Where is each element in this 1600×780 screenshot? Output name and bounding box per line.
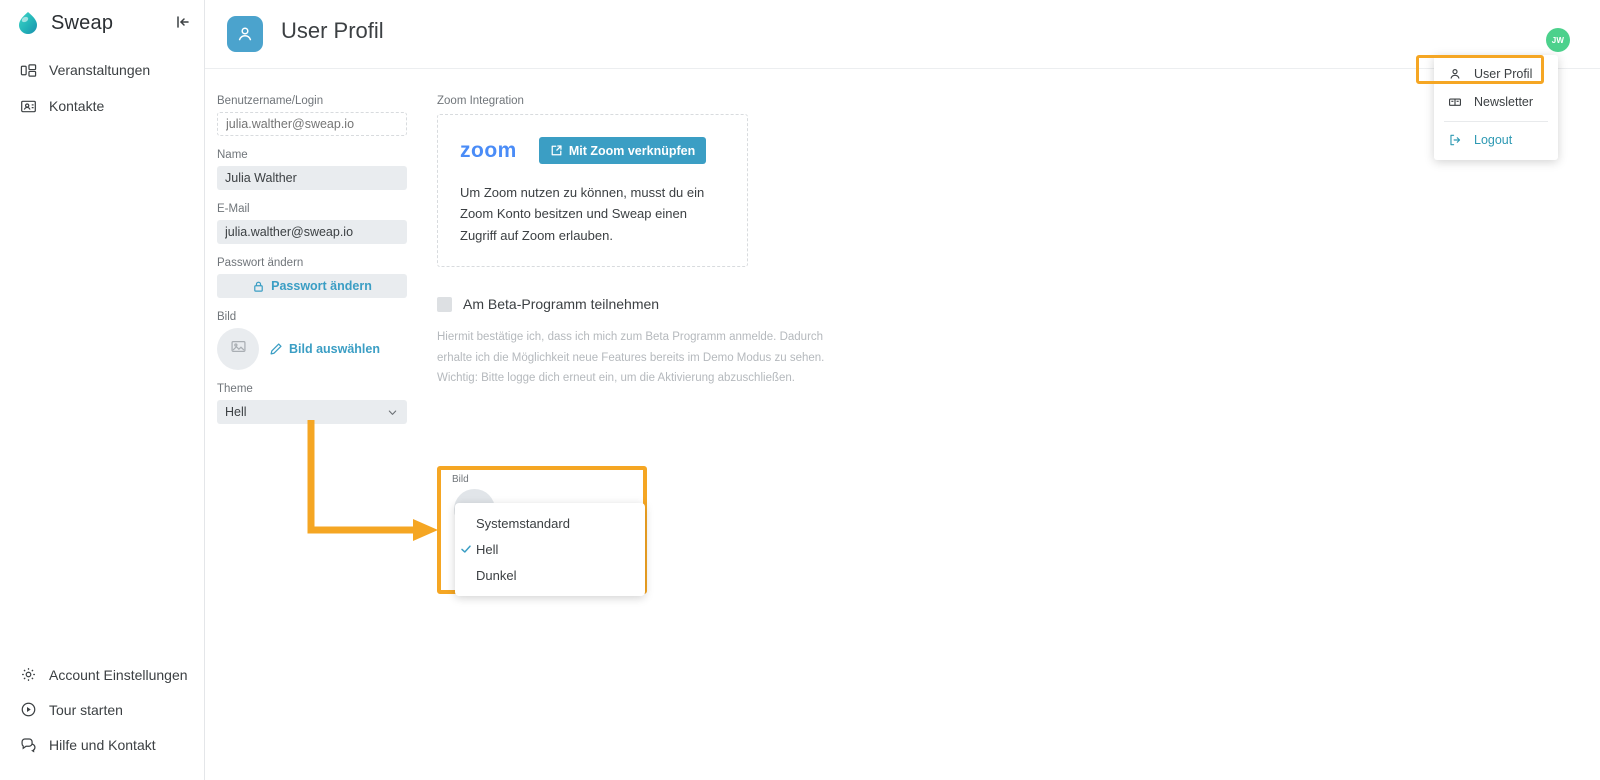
name-input[interactable] [217, 166, 407, 190]
page-header: User Profil JW [205, 0, 1600, 69]
sidebar-item-veranstaltungen[interactable]: Veranstaltungen [0, 52, 205, 88]
menu-item-user-profil[interactable]: User Profil [1434, 60, 1558, 88]
field-label: Theme [217, 383, 253, 395]
field-label: E-Mail [217, 203, 250, 215]
page-title: User Profil [281, 18, 384, 43]
field-password: Passwort ändern Passwort ändern [217, 257, 407, 298]
sweap-drop-logo-icon [14, 9, 42, 37]
field-name: Name [217, 149, 407, 190]
sidebar-item-tour-starten[interactable]: Tour starten [0, 692, 205, 727]
change-password-label: Passwort ändern [271, 279, 372, 293]
menu-divider [1444, 121, 1548, 122]
zoom-logo: zoom [460, 138, 517, 162]
theme-options-menu: Systemstandard Hell Dunkel [455, 503, 645, 596]
theme-dropdown-callout: Bild Systemstandard Hell Dunkel [437, 466, 647, 596]
field-label: Bild [217, 311, 237, 323]
lock-icon [252, 280, 265, 293]
menu-item-label: User Profil [1474, 67, 1533, 81]
theme-option-label: Systemstandard [476, 515, 570, 531]
zoom-card-top: zoom Mit Zoom verknüpfen [460, 137, 725, 164]
callout-field-label: Bild [452, 474, 469, 485]
zoom-section-label: Zoom Integration [437, 95, 524, 107]
beta-program-row: Am Beta-Programm teilnehmen [437, 296, 857, 312]
chevron-down-icon [387, 407, 398, 421]
theme-option-dunkel[interactable]: Dunkel [455, 562, 645, 588]
person-icon [1447, 66, 1463, 82]
pencil-icon [269, 342, 283, 356]
theme-option-label: Dunkel [476, 567, 517, 583]
change-password-button[interactable]: Passwort ändern [217, 274, 407, 298]
external-link-icon [550, 144, 563, 157]
field-label: Passwort ändern [217, 257, 304, 269]
avatar[interactable]: JW [1546, 28, 1570, 52]
events-grid-icon [18, 60, 38, 80]
field-label: Name [217, 149, 248, 161]
choose-picture-link[interactable]: Bild auswählen [269, 342, 380, 356]
sidebar-item-account-einstellungen[interactable]: Account Einstellungen [0, 657, 205, 692]
sidebar-item-label: Hilfe und Kontakt [49, 736, 156, 753]
chat-bubbles-icon [18, 735, 38, 755]
contacts-card-icon [18, 96, 38, 116]
sidebar-item-hilfe-und-kontakt[interactable]: Hilfe und Kontakt [0, 727, 205, 762]
menu-item-logout[interactable]: Logout [1434, 126, 1558, 154]
theme-option-systemstandard[interactable]: Systemstandard [455, 510, 645, 536]
newsletter-mailbox-icon [1447, 94, 1463, 110]
sidebar-item-label: Veranstaltungen [49, 62, 151, 78]
logout-arrow-icon [1447, 132, 1463, 148]
field-email: E-Mail [217, 203, 407, 244]
image-placeholder-icon [230, 338, 247, 360]
picture-row: Bild auswählen [217, 328, 407, 370]
field-theme: Theme Hell [217, 383, 407, 424]
username-input[interactable] [217, 112, 407, 136]
sidebar-nav-top: Veranstaltungen Kontakte [0, 52, 205, 124]
sidebar: Sweap Veranstaltungen Kontakte Account E… [0, 0, 205, 780]
gear-icon [18, 665, 38, 685]
theme-select-value: Hell [225, 405, 247, 419]
sidebar-item-kontakte[interactable]: Kontakte [0, 88, 205, 124]
sidebar-item-label: Kontakte [49, 98, 105, 114]
zoom-description: Um Zoom nutzen zu können, musst du ein Z… [460, 185, 705, 243]
check-icon [460, 543, 472, 555]
annotation-arrow [307, 420, 438, 541]
theme-option-hell[interactable]: Hell [455, 536, 645, 562]
field-username: Benutzername/Login [217, 95, 407, 136]
sidebar-nav-bottom: Account Einstellungen Tour starten Hilfe… [0, 657, 205, 762]
menu-item-label: Logout [1474, 133, 1513, 147]
connect-zoom-button[interactable]: Mit Zoom verknüpfen [538, 137, 707, 164]
profile-form: Benutzername/Login Name E-Mail Passwort … [217, 95, 407, 437]
sidebar-item-label: Account Einstellungen [49, 666, 188, 683]
integration-column: Zoom Integration zoom Mit Zoom verknüpfe… [437, 95, 857, 389]
email-input[interactable] [217, 220, 407, 244]
menu-item-label: Newsletter [1474, 95, 1534, 109]
avatar-placeholder[interactable] [217, 328, 259, 370]
beta-description: Hiermit bestätige ich, dass ich mich zum… [437, 331, 825, 385]
theme-option-label: Hell [476, 541, 499, 557]
collapse-sidebar-icon[interactable] [172, 11, 194, 33]
user-menu-dropdown: User Profil Newsletter Logout [1434, 55, 1558, 160]
choose-picture-label: Bild auswählen [289, 342, 380, 356]
play-circle-icon [18, 700, 38, 720]
zoom-integration-card: zoom Mit Zoom verknüpfen Um Zoom nutzen … [437, 114, 748, 268]
field-label: Benutzername/Login [217, 95, 324, 107]
brand-name: Sweap [51, 11, 114, 34]
theme-select[interactable]: Hell [217, 400, 407, 424]
beta-checkbox[interactable] [437, 296, 452, 312]
sidebar-item-label: Tour starten [49, 701, 123, 718]
beta-checkbox-label: Am Beta-Programm teilnehmen [463, 296, 660, 313]
menu-item-newsletter[interactable]: Newsletter [1434, 88, 1558, 116]
connect-zoom-label: Mit Zoom verknüpfen [568, 143, 696, 158]
field-picture: Bild Bild auswählen [217, 311, 407, 370]
user-person-icon [227, 16, 263, 52]
